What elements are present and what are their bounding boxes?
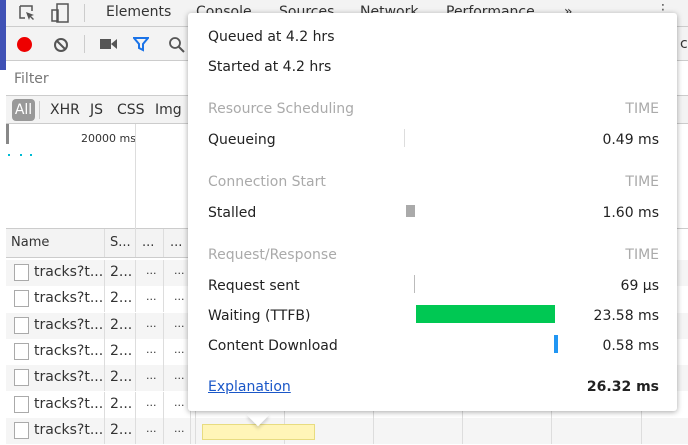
request-status: 2... — [110, 316, 133, 333]
waterfall-bar[interactable] — [202, 423, 315, 440]
request-status: 2... — [110, 421, 133, 438]
explanation-link[interactable]: Explanation — [208, 379, 291, 395]
request-type: ... — [146, 369, 157, 383]
file-icon — [14, 316, 29, 334]
screenshot-camera-icon[interactable] — [100, 38, 118, 50]
table-header: Name S... ... ... — [6, 229, 196, 258]
file-icon — [14, 395, 29, 413]
timing-label: Stalled — [208, 205, 257, 221]
request-status: 2... — [110, 290, 133, 307]
column-initiator[interactable]: ... — [170, 235, 182, 250]
request-initiator: ... — [174, 290, 185, 304]
timing-label: Waiting (TTFB) — [208, 308, 311, 324]
type-css[interactable]: CSS — [117, 102, 145, 118]
filter-icon[interactable] — [133, 36, 149, 52]
request-type: ... — [146, 395, 157, 409]
timing-value: 69 µs — [620, 278, 659, 294]
timing-value: 23.58 ms — [593, 308, 659, 324]
request-name: tracks?t... — [34, 342, 104, 359]
file-icon — [14, 421, 29, 439]
column-status[interactable]: S... — [110, 235, 131, 250]
download-bar — [554, 335, 558, 353]
request-name: tracks?t... — [34, 395, 104, 412]
request-initiator: ... — [174, 316, 185, 330]
request-status: 2... — [110, 369, 133, 386]
request-type: ... — [146, 342, 157, 356]
file-icon — [14, 342, 29, 360]
request-name: tracks?t... — [34, 369, 104, 386]
queueing-bar — [404, 129, 405, 147]
request-initiator: ... — [174, 421, 185, 435]
timing-value: 0.49 ms — [602, 132, 659, 148]
request-type: ... — [146, 421, 157, 435]
request-initiator: ... — [174, 264, 185, 277]
request-sent-bar — [414, 275, 415, 293]
section-title: Resource Scheduling — [208, 101, 355, 117]
record-icon[interactable] — [17, 37, 32, 52]
section-title: Request/Response — [208, 247, 337, 263]
section-time: TIME — [625, 174, 659, 190]
request-initiator: ... — [174, 342, 185, 356]
request-name: tracks?t... — [34, 290, 104, 307]
request-status: 2... — [110, 395, 133, 412]
clear-icon[interactable] — [53, 37, 69, 53]
request-status: 2... — [110, 264, 133, 280]
table-row[interactable]: tracks?t... 2... ... ... — [6, 417, 688, 444]
type-xhr[interactable]: XHR — [50, 102, 80, 118]
timing-label: Request sent — [208, 278, 300, 294]
timing-popup: Queued at 4.2 hrs Started at 4.2 hrs Res… — [188, 13, 677, 411]
column-type[interactable]: ... — [142, 235, 154, 250]
request-type: ... — [146, 264, 157, 277]
request-name: tracks?t... — [34, 264, 104, 280]
section-time: TIME — [625, 101, 659, 117]
type-img[interactable]: Img — [155, 102, 182, 118]
overview-tick: 20000 ms — [81, 132, 136, 145]
request-status: 2... — [110, 342, 133, 359]
timing-value: 1.60 ms — [602, 205, 659, 221]
queued-at: Queued at 4.2 hrs — [208, 29, 335, 45]
file-icon — [14, 264, 29, 281]
timing-label: Queueing — [208, 132, 276, 148]
type-js[interactable]: JS — [90, 102, 103, 118]
request-name: tracks?t... — [34, 316, 104, 333]
timing-value: 0.58 ms — [602, 338, 659, 354]
tab-elements[interactable]: Elements — [106, 4, 171, 20]
inspect-element-icon[interactable] — [18, 4, 36, 22]
timing-label: Content Download — [208, 338, 338, 354]
partial-label: ca — [680, 36, 688, 52]
request-name: tracks?t... — [34, 421, 104, 438]
section-time: TIME — [625, 247, 659, 263]
file-icon — [14, 369, 29, 387]
request-type: ... — [146, 290, 157, 304]
section-title: Connection Start — [208, 174, 326, 190]
ttfb-bar — [416, 305, 555, 323]
stalled-bar — [406, 205, 415, 217]
column-name[interactable]: Name — [11, 235, 49, 250]
request-type: ... — [146, 316, 157, 330]
request-initiator: ... — [174, 395, 185, 409]
total-time: 26.32 ms — [586, 379, 659, 395]
started-at: Started at 4.2 hrs — [208, 59, 332, 75]
file-icon — [14, 290, 29, 308]
type-all[interactable]: All — [12, 99, 35, 121]
device-toggle-icon[interactable] — [51, 3, 69, 23]
search-icon[interactable] — [168, 36, 186, 54]
filter-placeholder: Filter — [14, 71, 49, 87]
request-initiator: ... — [174, 369, 185, 383]
